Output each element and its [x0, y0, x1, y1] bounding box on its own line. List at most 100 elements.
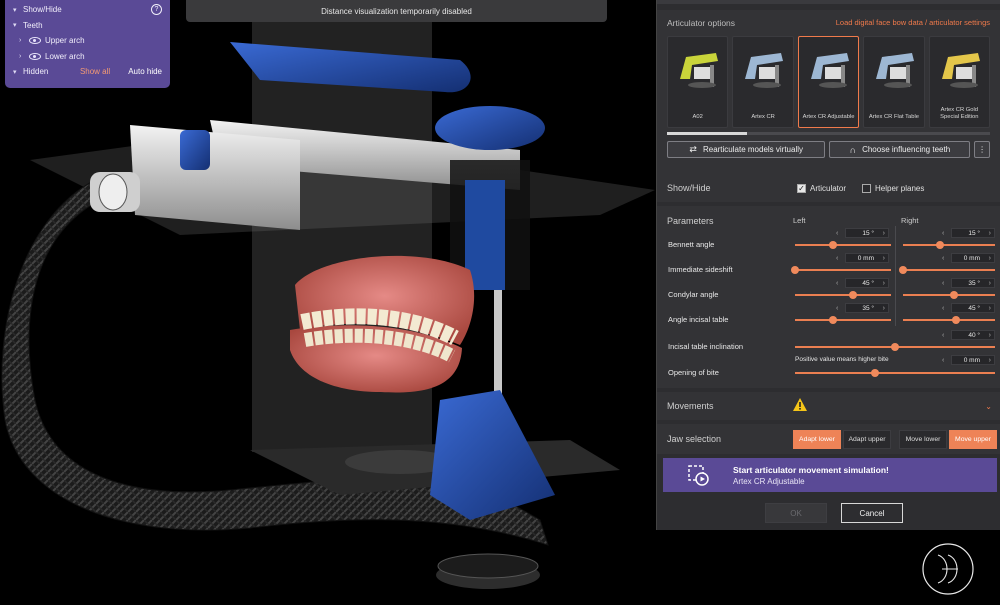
value-text: 35 °: [862, 305, 874, 312]
slider-handle[interactable]: [871, 369, 879, 377]
increment-button[interactable]: ›: [883, 254, 885, 263]
scrollbar-thumb[interactable]: [667, 132, 747, 135]
articulator-thumbnail-icon: [745, 53, 784, 88]
articulator-thumbnail-icon: [876, 53, 915, 88]
condyle-housing: [130, 125, 300, 230]
value-text: 15 °: [862, 230, 874, 237]
left-slider[interactable]: [791, 266, 891, 274]
hidden-group[interactable]: ▾ Hidden Show all Auto hide: [13, 64, 162, 80]
chevron-right-icon: ›: [19, 52, 22, 60]
right-value-input[interactable]: ‹ 45 ° ›: [942, 303, 995, 313]
decrement-button[interactable]: ‹: [942, 279, 944, 288]
start-simulation-button[interactable]: Start articulator movement simulation! A…: [663, 458, 997, 492]
decrement-button[interactable]: ‹: [836, 229, 838, 238]
slider-handle[interactable]: [891, 343, 899, 351]
cancel-button[interactable]: Cancel: [841, 503, 903, 523]
teeth-group[interactable]: ▾ Teeth: [13, 18, 162, 34]
bite-value-input[interactable]: ‹ 0 mm ›: [942, 355, 995, 365]
slider-handle[interactable]: [949, 291, 958, 299]
left-value-input[interactable]: ‹ 0 mm ›: [836, 253, 889, 263]
articulator-3d-scene[interactable]: [0, 0, 660, 605]
model-list-scrollbar[interactable]: [667, 132, 990, 135]
show-hide-section-title: Show/Hide: [667, 183, 711, 193]
increment-button[interactable]: ›: [883, 304, 885, 313]
upper-arch-label: Upper arch: [45, 36, 85, 46]
increment-button[interactable]: ›: [883, 279, 885, 288]
slider-handle[interactable]: [848, 291, 857, 299]
helper-planes-checkbox[interactable]: Helper planes: [862, 183, 924, 193]
decrement-button[interactable]: ‹: [942, 254, 944, 263]
move-lower-button[interactable]: Move lower: [899, 430, 947, 449]
slider-handle[interactable]: [829, 316, 838, 324]
slider-handle[interactable]: [899, 266, 907, 274]
increment-button[interactable]: ›: [989, 254, 991, 263]
lower-arch-item[interactable]: › Lower arch: [13, 49, 162, 65]
bite-slider[interactable]: [795, 369, 995, 377]
right-slider[interactable]: [899, 266, 995, 274]
ok-button[interactable]: OK: [765, 503, 827, 523]
load-face-bow-link[interactable]: Load digital face bow data / articulator…: [836, 18, 990, 28]
movements-section[interactable]: Movements ⌄: [657, 392, 1000, 420]
upper-arch-item[interactable]: › Upper arch: [13, 33, 162, 49]
left-value-input[interactable]: ‹ 15 ° ›: [836, 228, 889, 238]
decrement-button[interactable]: ‹: [836, 304, 838, 313]
auto-hide-button[interactable]: Auto hide: [128, 67, 162, 76]
show-all-link[interactable]: Show all: [80, 67, 110, 76]
decrement-button[interactable]: ‹: [836, 254, 838, 263]
choose-influencing-teeth-button[interactable]: ∩ Choose influencing teeth: [829, 141, 971, 158]
increment-button[interactable]: ›: [989, 279, 991, 288]
right-slider[interactable]: [903, 316, 995, 324]
decrement-button[interactable]: ‹: [942, 356, 944, 365]
articulator-checkbox-label: Articulator: [810, 183, 847, 193]
articulator-model-1[interactable]: Artex CR: [732, 36, 794, 128]
articulator-model-2[interactable]: Artex CR Adjustable: [797, 36, 860, 128]
articulator-thumbnail-icon: [810, 53, 849, 88]
increment-button[interactable]: ›: [883, 229, 885, 238]
left-slider[interactable]: [795, 316, 891, 324]
adapt-lower-button[interactable]: Adapt lower: [793, 430, 841, 449]
left-slider[interactable]: [795, 291, 891, 299]
decrement-button[interactable]: ‹: [942, 331, 944, 340]
move-upper-button[interactable]: Move upper: [949, 430, 997, 449]
increment-button[interactable]: ›: [989, 304, 991, 313]
increment-button[interactable]: ›: [989, 229, 991, 238]
right-slider[interactable]: [903, 291, 995, 299]
articulator-model-4[interactable]: Artex CR Gold Special Edition: [928, 36, 991, 128]
articulator-checkbox[interactable]: ✓ Articulator: [797, 183, 847, 193]
right-slider[interactable]: [903, 241, 995, 249]
3d-viewport[interactable]: Distance visualization temporarily disab…: [0, 0, 1000, 605]
right-value-input[interactable]: ‹ 35 ° ›: [942, 278, 995, 288]
incisal-slider[interactable]: [795, 343, 995, 351]
increment-button[interactable]: ›: [989, 331, 991, 340]
checkmark-icon: ✓: [797, 183, 806, 193]
dental-models: [290, 255, 475, 393]
slider-handle[interactable]: [791, 266, 799, 274]
slider-handle[interactable]: [829, 241, 838, 249]
slider-handle[interactable]: [952, 316, 961, 324]
increment-button[interactable]: ›: [989, 356, 991, 365]
value-text: 15 °: [968, 230, 980, 237]
adapt-upper-button[interactable]: Adapt upper: [843, 430, 891, 449]
rearticulate-button[interactable]: ⇄ Rearticulate models virtually: [667, 141, 826, 158]
help-icon[interactable]: ?: [151, 4, 162, 16]
decrement-button[interactable]: ‹: [942, 229, 944, 238]
incisal-value-input[interactable]: ‹ 40 ° ›: [942, 330, 995, 340]
left-value-input[interactable]: ‹ 35 ° ›: [836, 303, 889, 313]
show-hide-header[interactable]: ▾ Show/Hide ?: [13, 2, 162, 18]
eye-icon[interactable]: [29, 52, 41, 60]
articulator-model-3[interactable]: Artex CR Flat Table: [863, 36, 925, 128]
right-value-input[interactable]: ‹ 0 mm ›: [942, 253, 995, 263]
slider-handle[interactable]: [935, 241, 944, 249]
left-value-input[interactable]: ‹ 45 ° ›: [836, 278, 889, 288]
decrement-button[interactable]: ‹: [942, 304, 944, 313]
chevron-down-icon[interactable]: ⌄: [985, 402, 992, 411]
hidden-label: Hidden: [23, 67, 49, 77]
right-value-input[interactable]: ‹ 15 ° ›: [942, 228, 995, 238]
param-label: Immediate sideshift: [668, 265, 733, 274]
decrement-button[interactable]: ‹: [836, 279, 838, 288]
eye-icon[interactable]: [29, 37, 41, 45]
opening-of-bite-label: Opening of bite: [668, 368, 719, 377]
left-slider[interactable]: [795, 241, 891, 249]
more-options-button[interactable]: ⋮: [974, 141, 990, 158]
articulator-model-0[interactable]: A02: [667, 36, 729, 128]
